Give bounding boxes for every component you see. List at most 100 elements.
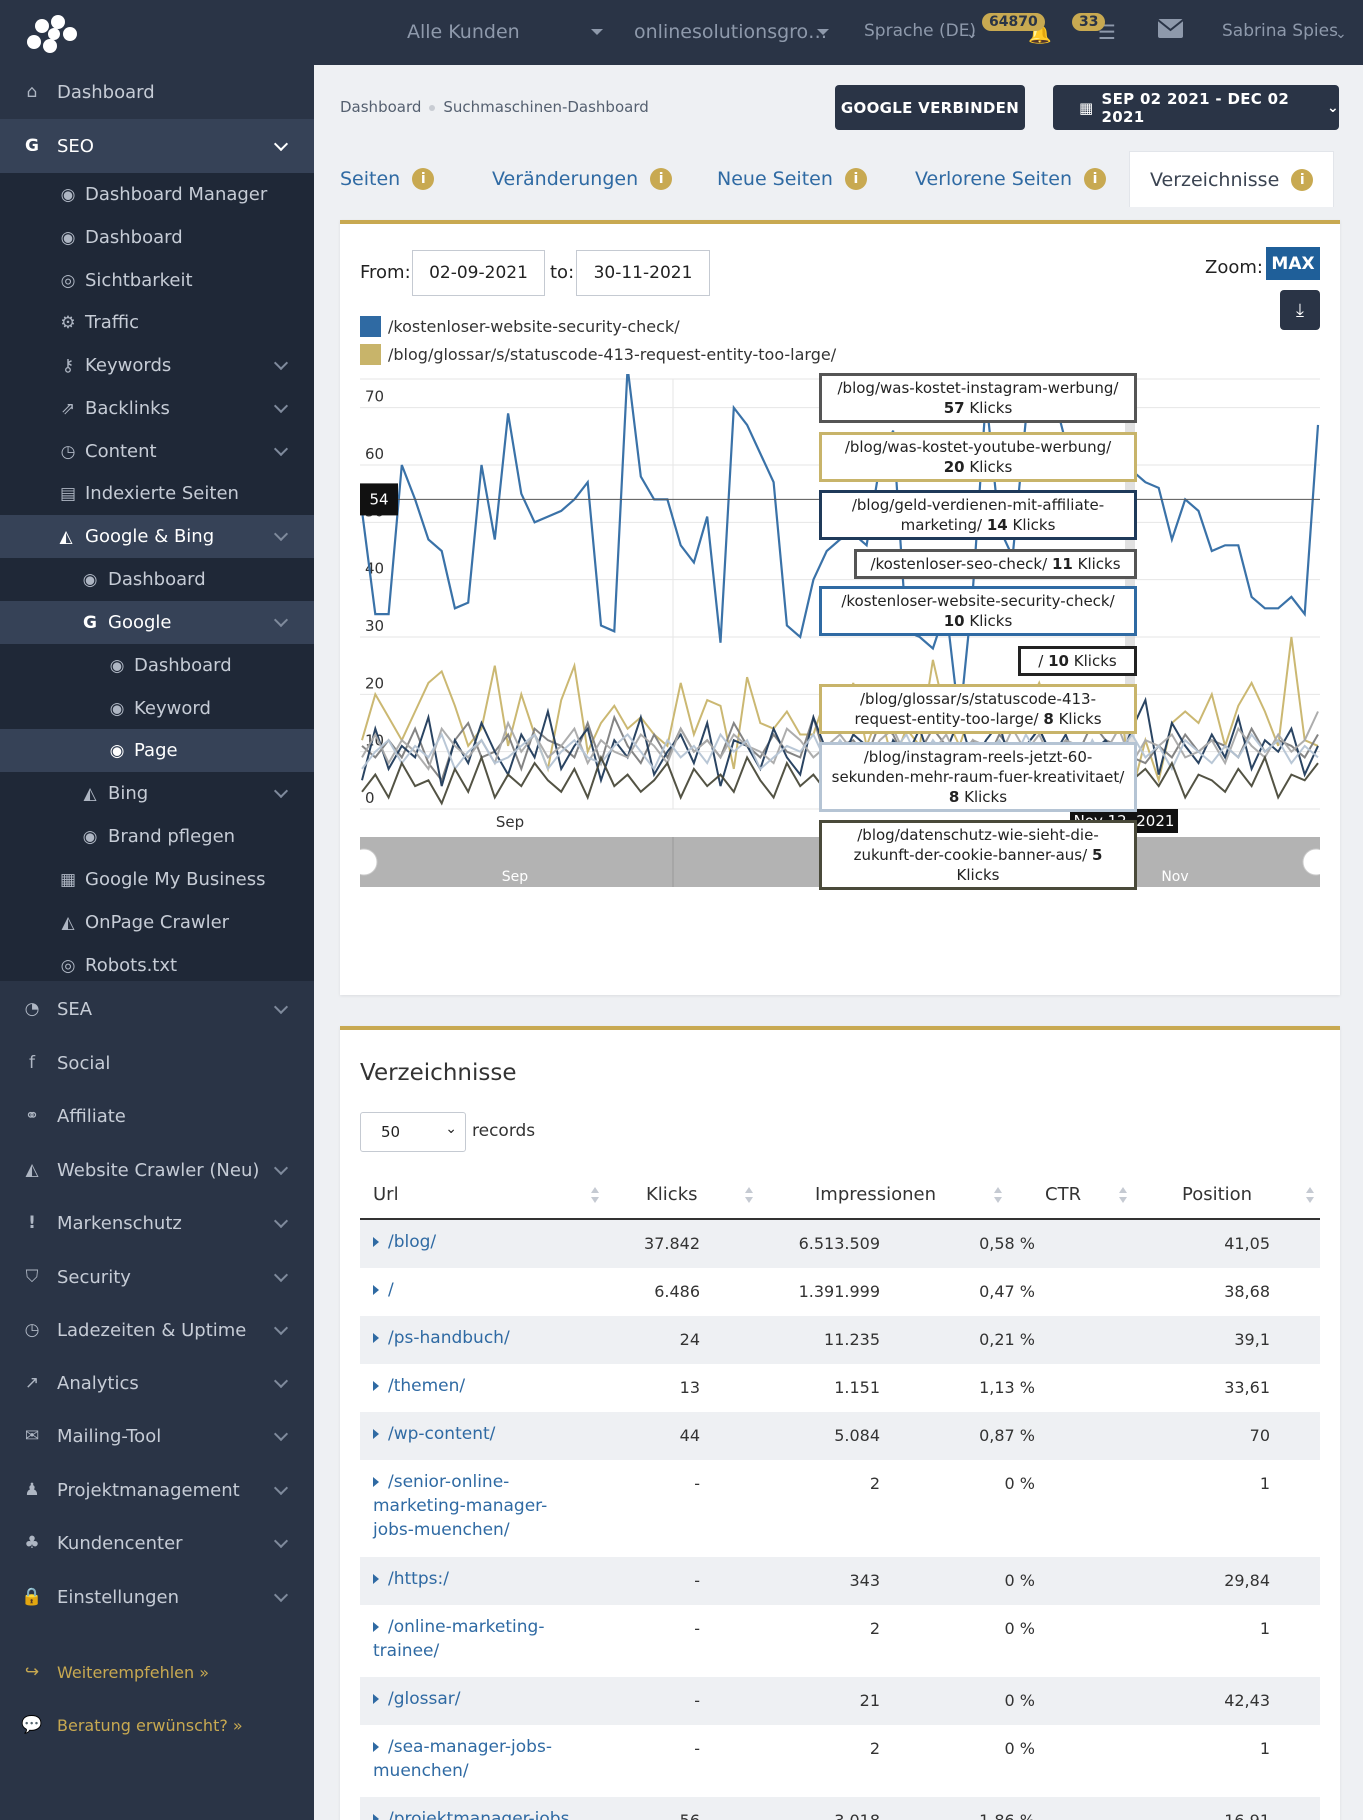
sidebar-item-gb-dashboard[interactable]: ◉ Dashboard <box>0 558 314 601</box>
url-link[interactable]: /senior-online-marketing-manager-jobs-mu… <box>373 1472 547 1540</box>
tab-verlorene-seiten[interactable]: Verlorene Seiten i <box>915 151 1106 207</box>
caret-right-icon[interactable] <box>373 1694 379 1704</box>
table-row[interactable]: /https:/ - 343 0 % 29,84 <box>360 1557 1320 1605</box>
info-icon[interactable]: i <box>844 168 867 190</box>
sidebar-item-security[interactable]: ⛉ Security <box>0 1250 314 1304</box>
url-link[interactable]: /https:/ <box>388 1569 449 1589</box>
table-row[interactable]: /online-marketing-trainee/ - 2 0 % 1 <box>360 1605 1320 1677</box>
info-icon[interactable]: i <box>412 168 435 190</box>
table-row[interactable]: /senior-online-marketing-manager-jobs-mu… <box>360 1460 1320 1557</box>
tasks-badge[interactable]: 33 <box>1072 13 1106 31</box>
mail-icon[interactable] <box>1158 19 1183 38</box>
url-cell[interactable]: /glossar/ <box>373 1687 583 1711</box>
table-row[interactable]: /blog/37.842 6.513.509 0,58 % 41,05 <box>360 1220 1320 1268</box>
url-link[interactable]: / <box>388 1280 394 1300</box>
url-cell[interactable]: /sea-manager-jobs-muenchen/ <box>373 1735 583 1783</box>
url-link[interactable]: /themen/ <box>388 1376 465 1396</box>
url-cell[interactable]: / <box>373 1278 583 1302</box>
tab-neue-seiten[interactable]: Neue Seiten i <box>717 151 867 207</box>
url-cell[interactable]: /blog/ <box>373 1230 583 1254</box>
url-cell[interactable]: /wp-content/ <box>373 1422 583 1446</box>
url-cell[interactable]: /ps-handbuch/ <box>373 1326 583 1350</box>
sort-icon[interactable] <box>744 1186 754 1204</box>
sidebar-item-social[interactable]: f Social <box>0 1036 314 1090</box>
sidebar-item-ladezeiten[interactable]: ◷ Ladezeiten & Uptime <box>0 1303 314 1357</box>
sidebar-item-backlinks[interactable]: ⇗ Backlinks <box>0 387 314 430</box>
sidebar-item-affiliate[interactable]: ⚭ Affiliate <box>0 1089 314 1143</box>
info-icon[interactable]: i <box>1084 168 1106 190</box>
sidebar-item-brand[interactable]: ◉ Brand pflegen <box>0 815 314 858</box>
sidebar-item-robots[interactable]: ◎ Robots.txt <box>0 944 314 987</box>
sidebar-item-google-keyword[interactable]: ◉ Keyword <box>0 687 314 730</box>
sidebar-item-sea[interactable]: ◔ SEA <box>0 982 314 1036</box>
download-icon[interactable]: ⤓ <box>1280 290 1320 330</box>
tab-verzeichnisse[interactable]: Verzeichnisse i <box>1129 151 1335 207</box>
caret-right-icon[interactable] <box>373 1477 379 1487</box>
google-connect-button[interactable]: GOOGLE VERBINDEN <box>835 85 1025 130</box>
sort-icon[interactable] <box>993 1186 1003 1204</box>
legend-item-2[interactable]: /blog/glossar/s/statuscode-413-request-e… <box>388 345 836 364</box>
table-row[interactable]: /wp-content/44 5.084 0,87 % 70 <box>360 1412 1320 1460</box>
sidebar-item-mailing[interactable]: ✉ Mailing-Tool <box>0 1409 314 1463</box>
url-link[interactable]: /glossar/ <box>388 1689 461 1709</box>
page-size-select[interactable]: 50 ⌄ <box>360 1112 466 1152</box>
breadcrumb-home[interactable]: Dashboard <box>340 98 421 116</box>
caret-right-icon[interactable] <box>373 1285 379 1295</box>
sidebar-item-einstellungen[interactable]: 🔒 Einstellungen <box>0 1570 314 1624</box>
notifications-badge[interactable]: 64870 <box>982 13 1045 31</box>
url-cell[interactable]: /senior-online-marketing-manager-jobs-mu… <box>373 1470 583 1542</box>
sort-icon[interactable] <box>590 1186 600 1204</box>
url-link[interactable]: /blog/ <box>388 1232 436 1252</box>
url-link[interactable]: /projektmanager-jobs <box>388 1809 569 1820</box>
tab-veraenderungen[interactable]: Veränderungen i <box>492 151 673 207</box>
sidebar-item-google-bing[interactable]: ◭ Google & Bing <box>0 515 314 558</box>
sidebar-item-bing[interactable]: ◭ Bing <box>0 772 314 815</box>
sidebar-item-google[interactable]: G Google <box>0 601 314 644</box>
customer-caret-icon[interactable] <box>591 29 603 35</box>
company-logo[interactable] <box>22 12 82 58</box>
sidebar-item-google-page[interactable]: ◉ Page <box>0 729 314 772</box>
date-range-button[interactable]: ▦ SEP 02 2021 - DEC 02 2021 ⌄ <box>1053 85 1339 130</box>
sidebar-item-seo[interactable]: G SEO <box>0 119 314 173</box>
legend-item-1[interactable]: /kostenloser-website-security-check/ <box>388 317 680 336</box>
sidebar-item-seo-dashboard[interactable]: ◉ Dashboard <box>0 216 314 259</box>
sidebar-item-google-dashboard[interactable]: ◉ Dashboard <box>0 644 314 687</box>
language-select[interactable]: Sprache (DE) <box>864 21 976 41</box>
table-row[interactable]: /themen/13 1.151 1,13 % 33,61 <box>360 1364 1320 1412</box>
sidebar-item-traffic[interactable]: ⚙ Traffic <box>0 301 314 344</box>
caret-right-icon[interactable] <box>373 1742 379 1752</box>
header-ctr[interactable]: CTR <box>1045 1170 1081 1218</box>
sidebar-item-projektmanagement[interactable]: ♟ Projektmanagement <box>0 1463 314 1517</box>
url-link[interactable]: /ps-handbuch/ <box>388 1328 510 1348</box>
to-date-input[interactable]: 30-11-2021 <box>576 250 710 296</box>
sidebar-item-indexierte-seiten[interactable]: ▤ Indexierte Seiten <box>0 472 314 515</box>
header-position[interactable]: Position <box>1182 1170 1252 1218</box>
header-url[interactable]: Url <box>373 1170 399 1218</box>
caret-right-icon[interactable] <box>373 1237 379 1247</box>
caret-right-icon[interactable] <box>373 1429 379 1439</box>
sidebar-item-sichtbarkeit[interactable]: ◎ Sichtbarkeit <box>0 259 314 302</box>
sidebar-item-google-my-business[interactable]: ▦ Google My Business <box>0 858 314 901</box>
info-icon[interactable]: i <box>1291 168 1314 191</box>
sidebar-item-dashboard[interactable]: ⌂ Dashboard <box>0 65 314 119</box>
language-chevron-icon[interactable]: ⌄ <box>966 26 978 42</box>
user-chevron-icon[interactable]: ⌄ <box>1335 26 1347 42</box>
info-icon[interactable]: i <box>650 168 673 190</box>
url-cell[interactable]: /https:/ <box>373 1567 583 1591</box>
sidebar-item-markenschutz[interactable]: ! Markenschutz <box>0 1196 314 1250</box>
sidebar-item-kundencenter[interactable]: ♣ Kundencenter <box>0 1516 314 1570</box>
caret-right-icon[interactable] <box>373 1574 379 1584</box>
from-date-input[interactable]: 02-09-2021 <box>412 250 545 296</box>
project-select[interactable]: onlinesolutionsgro… <box>634 21 827 43</box>
sidebar-link-beratung[interactable]: 💬 Beratung erwünscht? » <box>0 1703 314 1747</box>
user-menu[interactable]: Sabrina Spies <box>1222 21 1338 41</box>
zoom-max-button[interactable]: MAX <box>1266 247 1320 280</box>
table-row[interactable]: /ps-handbuch/24 11.235 0,21 % 39,1 <box>360 1316 1320 1364</box>
url-link[interactable]: /online-marketing-trainee/ <box>373 1617 544 1661</box>
header-impressionen[interactable]: Impressionen <box>815 1170 936 1218</box>
caret-right-icon[interactable] <box>373 1333 379 1343</box>
url-cell[interactable]: /projektmanager-jobs <box>373 1807 583 1820</box>
caret-right-icon[interactable] <box>373 1622 379 1632</box>
table-row[interactable]: /sea-manager-jobs-muenchen/ - 2 0 % 1 <box>360 1725 1320 1797</box>
sort-icon[interactable] <box>1118 1186 1128 1204</box>
